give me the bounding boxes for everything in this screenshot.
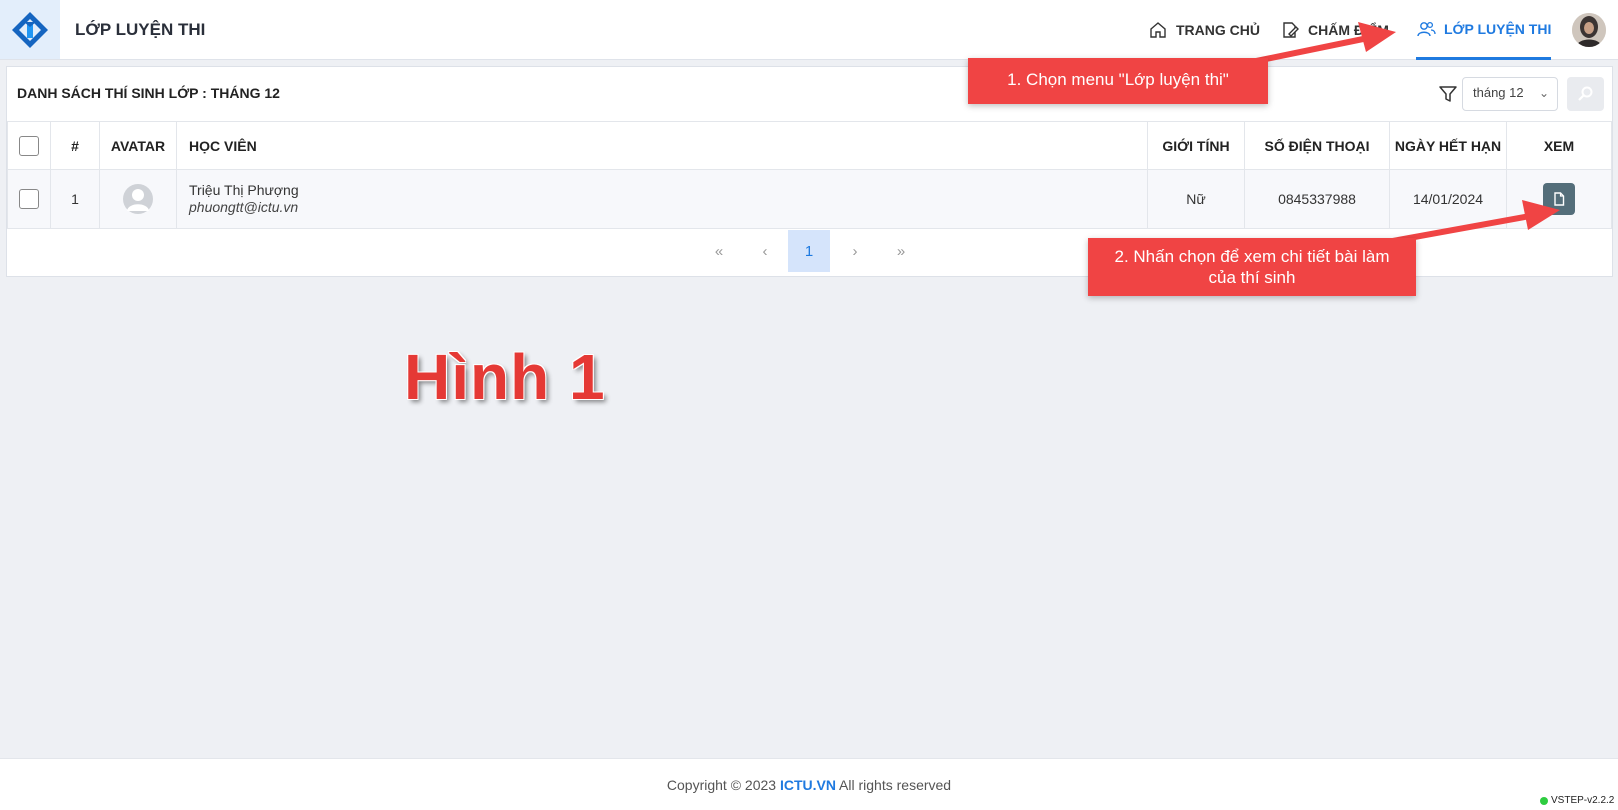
callout-view-line2: của thí sinh bbox=[1208, 268, 1296, 287]
col-student: HỌC VIÊN bbox=[176, 121, 1148, 170]
student-name: Triệu Thị Phượng bbox=[189, 182, 299, 198]
chevron-down-icon: ⌄ bbox=[1538, 86, 1549, 100]
avatar bbox=[123, 184, 153, 214]
view-details-button[interactable] bbox=[1543, 183, 1575, 215]
row-index: 1 bbox=[50, 169, 100, 229]
student-email: phuongtt@ictu.vn bbox=[189, 199, 299, 215]
row-avatar-cell bbox=[99, 169, 177, 229]
page-title: LỚP LUYỆN THI bbox=[75, 20, 206, 39]
app-logo[interactable] bbox=[0, 0, 60, 59]
version-text: VSTEP-v2.2.2 bbox=[1551, 795, 1615, 806]
row-expiry: 14/01/2024 bbox=[1389, 169, 1507, 229]
search-button[interactable] bbox=[1567, 77, 1604, 111]
card-title: DANH SÁCH THÍ SINH LỚP : THÁNG 12 bbox=[17, 85, 280, 101]
col-index: # bbox=[50, 121, 100, 170]
row-gender: Nữ bbox=[1147, 169, 1245, 229]
col-phone: SỐ ĐIỆN THOẠI bbox=[1244, 121, 1390, 170]
row-student-cell: Triệu Thị Phượng phuongtt@ictu.vn bbox=[176, 169, 1148, 229]
month-select[interactable]: tháng 12 ⌄ bbox=[1462, 77, 1558, 111]
footer: Copyright © 2023 ICTU.VN All rights rese… bbox=[0, 758, 1618, 810]
page-current-button[interactable]: 1 bbox=[788, 230, 830, 272]
search-icon bbox=[1577, 86, 1592, 101]
student-table: # AVATAR HỌC VIÊN GIỚI TÍNH SỐ ĐIỆN THOẠ… bbox=[7, 121, 1612, 229]
col-view: XEM bbox=[1506, 121, 1612, 170]
month-select-value: tháng 12 bbox=[1473, 85, 1524, 100]
users-icon bbox=[1417, 21, 1436, 36]
filter-icon[interactable] bbox=[1437, 83, 1459, 105]
row-select-cell bbox=[7, 169, 51, 229]
figure-label: Hình 1 bbox=[404, 341, 606, 413]
nav-exam-class-label: LỚP LUYỆN THI bbox=[1444, 20, 1552, 37]
table-row: 1 Triệu Thị Phượng phuongtt@ictu.vn Nữ 0… bbox=[7, 169, 1612, 229]
page-prev-button[interactable]: ‹ bbox=[744, 230, 786, 272]
select-all-header bbox=[7, 121, 51, 170]
home-icon bbox=[1150, 22, 1166, 38]
table-header-row: # AVATAR HỌC VIÊN GIỚI TÍNH SỐ ĐIỆN THOẠ… bbox=[7, 121, 1612, 170]
nav-home-label: TRANG CHỦ bbox=[1176, 22, 1260, 38]
logo-icon bbox=[12, 11, 48, 48]
user-avatar[interactable] bbox=[1572, 13, 1606, 47]
annotation-callout-menu: 1. Chọn menu "Lớp luyện thi" bbox=[968, 58, 1268, 104]
edit-icon bbox=[1283, 22, 1299, 38]
page-last-button[interactable]: » bbox=[880, 230, 922, 272]
top-header: LỚP LUYỆN THI TRANG CHỦ CHẤM ĐIỂM LỚP LU… bbox=[0, 0, 1618, 60]
col-expiry: NGÀY HẾT HẠN bbox=[1389, 121, 1507, 170]
copyright-text: Copyright © 2023 ICTU.VN All rights rese… bbox=[0, 777, 1618, 793]
copyright-suffix: All rights reserved bbox=[835, 777, 952, 793]
nav-exam-class[interactable]: LỚP LUYỆN THI bbox=[1416, 0, 1552, 60]
row-checkbox[interactable] bbox=[19, 189, 39, 209]
callout-view-line1: 2. Nhấn chọn để xem chi tiết bài làm bbox=[1114, 247, 1390, 266]
select-all-checkbox[interactable] bbox=[19, 135, 39, 156]
page-next-button[interactable]: › bbox=[834, 230, 876, 272]
annotation-callout-view: 2. Nhấn chọn để xem chi tiết bài làm của… bbox=[1088, 238, 1416, 296]
copyright-prefix: Copyright © 2023 bbox=[666, 777, 780, 793]
col-avatar: AVATAR bbox=[99, 121, 177, 170]
nav-grading-label: CHẤM ĐIỂM bbox=[1308, 22, 1389, 38]
version-badge: VSTEP-v2.2.2 bbox=[1537, 794, 1618, 807]
row-phone: 0845337988 bbox=[1244, 169, 1390, 229]
user-placeholder-icon bbox=[127, 189, 149, 211]
nav-grading[interactable]: CHẤM ĐIỂM bbox=[1280, 0, 1389, 60]
avatar-icon bbox=[1572, 13, 1606, 47]
status-dot-icon bbox=[1540, 796, 1548, 805]
nav-home[interactable]: TRANG CHỦ bbox=[1148, 0, 1260, 60]
file-icon bbox=[1554, 192, 1565, 206]
row-view-cell bbox=[1506, 169, 1612, 229]
col-gender: GIỚI TÍNH bbox=[1147, 121, 1245, 170]
page-first-button[interactable]: « bbox=[698, 230, 740, 272]
brand-link[interactable]: ICTU.VN bbox=[780, 777, 836, 793]
